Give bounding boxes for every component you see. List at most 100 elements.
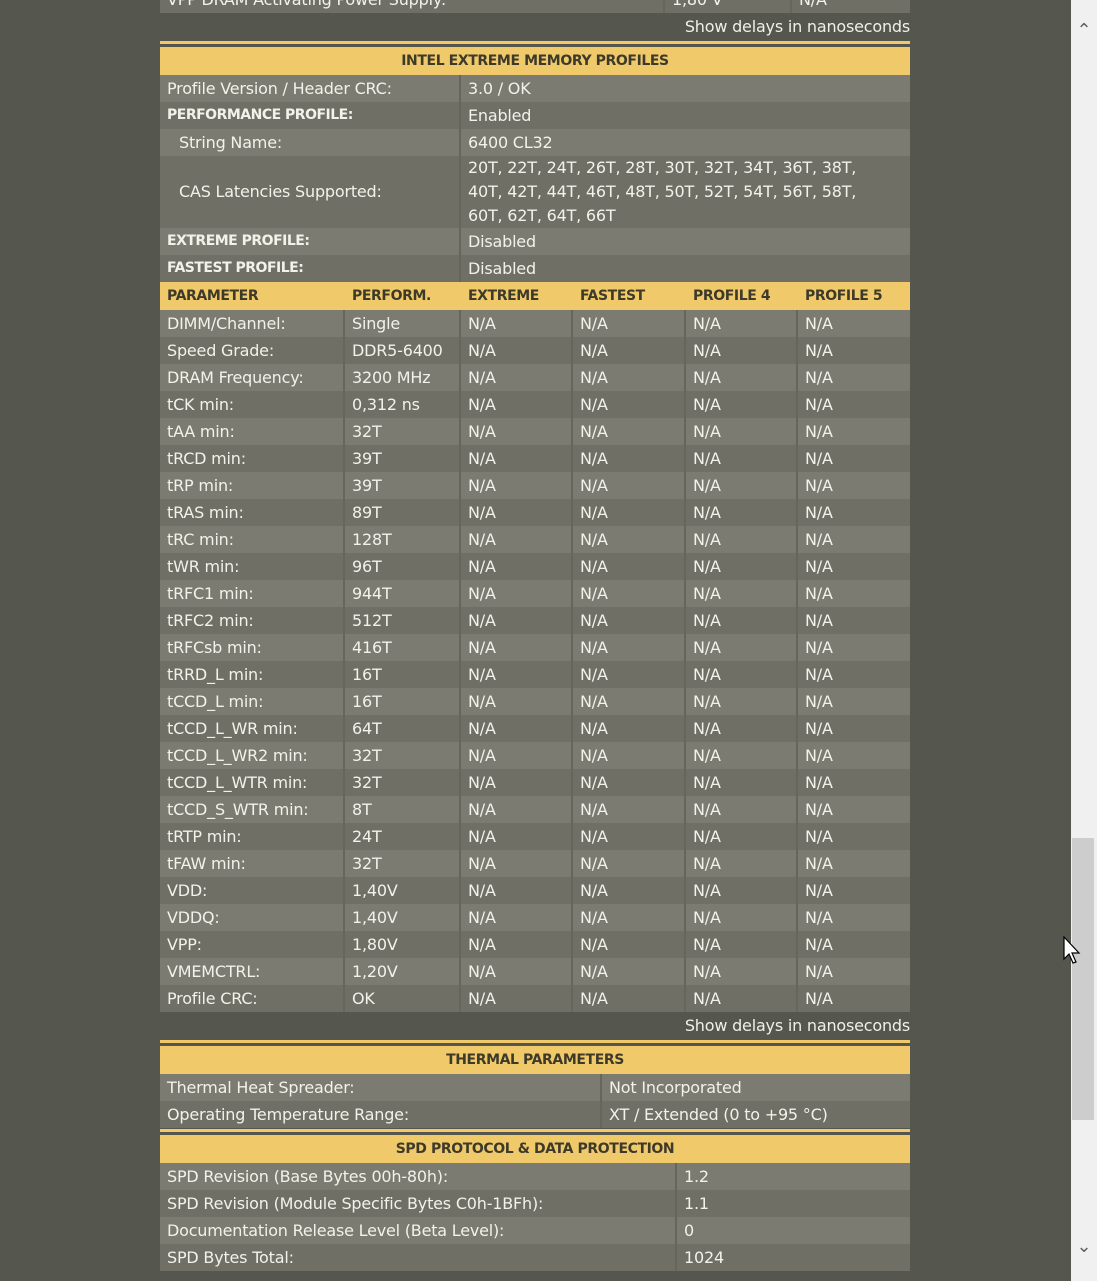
parameter-value: N/A <box>573 499 686 526</box>
row-label: SPD Revision (Module Specific Bytes C0h-… <box>160 1190 677 1217</box>
parameter-name: tFAW min: <box>160 850 345 877</box>
parameter-value: N/A <box>686 580 798 607</box>
row-value: Enabled <box>461 102 910 129</box>
row-label: PERFORMANCE PROFILE: <box>160 102 461 129</box>
parameter-value: N/A <box>573 742 686 769</box>
parameter-row: tCCD_S_WTR min: 8T N/A N/A N/A N/A <box>160 796 910 823</box>
row-value: 1024 <box>677 1244 910 1271</box>
parameter-value: N/A <box>461 715 573 742</box>
parameter-value: 1,80V <box>345 931 461 958</box>
parameter-value: N/A <box>573 796 686 823</box>
parameter-value: N/A <box>686 904 798 931</box>
parameter-value: N/A <box>686 364 798 391</box>
parameter-value: 8T <box>345 796 461 823</box>
parameter-value: N/A <box>573 688 686 715</box>
parameter-value: N/A <box>686 823 798 850</box>
parameter-value: N/A <box>573 472 686 499</box>
xmp-string-name-row: String Name: 6400 CL32 <box>160 129 910 156</box>
parameter-name: VDDQ: <box>160 904 345 931</box>
parameter-name: tWR min: <box>160 553 345 580</box>
parameter-row: tRTP min: 24T N/A N/A N/A N/A <box>160 823 910 850</box>
thermal-section-header: THERMAL PARAMETERS <box>160 1046 910 1074</box>
parameter-value: N/A <box>461 445 573 472</box>
xmp-fastest-row: FASTEST PROFILE: Disabled <box>160 255 910 282</box>
parameter-name: VDD: <box>160 877 345 904</box>
parameter-row: tCK min: 0,312 ns N/A N/A N/A N/A <box>160 391 910 418</box>
parameter-name: tCCD_S_WTR min: <box>160 796 345 823</box>
parameter-value: 416T <box>345 634 461 661</box>
scroll-down-icon[interactable]: ⌄ <box>1071 1236 1097 1257</box>
vertical-scrollbar[interactable]: ⌃ ⌄ <box>1071 0 1097 1281</box>
parameter-row: Speed Grade: DDR5-6400 N/A N/A N/A N/A <box>160 337 910 364</box>
parameter-value: N/A <box>798 850 910 877</box>
parameter-value: 96T <box>345 553 461 580</box>
parameter-value: N/A <box>686 958 798 985</box>
parameter-value: N/A <box>461 391 573 418</box>
spd-row: Documentation Release Level (Beta Level)… <box>160 1217 910 1244</box>
parameter-value: N/A <box>686 526 798 553</box>
divider <box>160 41 910 44</box>
parameter-value: N/A <box>573 310 686 337</box>
spd-table: SPD Revision (Base Bytes 00h-80h): 1.2 SPD… <box>160 1163 910 1271</box>
parameter-value: N/A <box>686 472 798 499</box>
parameter-name: tCCD_L_WR2 min: <box>160 742 345 769</box>
parameter-value: N/A <box>798 634 910 661</box>
parameter-name: tRFC1 min: <box>160 580 345 607</box>
parameter-value: N/A <box>686 742 798 769</box>
row-value: 1,80 V <box>665 0 792 13</box>
parameter-value: N/A <box>461 472 573 499</box>
column-header: PROFILE 4 <box>693 288 771 304</box>
parameter-value: 32T <box>345 418 461 445</box>
parameter-value: 512T <box>345 607 461 634</box>
parameter-value: N/A <box>798 526 910 553</box>
parameter-table-body: DIMM/Channel: Single N/A N/A N/A N/A Speed Gra… <box>160 310 910 1012</box>
parameter-value: N/A <box>798 472 910 499</box>
parameter-name: tRFC2 min: <box>160 607 345 634</box>
parameter-value: N/A <box>573 877 686 904</box>
parameter-value: 944T <box>345 580 461 607</box>
mouse-cursor-icon <box>1063 936 1081 964</box>
parameter-name: VMEMCTRL: <box>160 958 345 985</box>
parameter-value: N/A <box>798 823 910 850</box>
parameter-name: tRRD_L min: <box>160 661 345 688</box>
row-value: 1.1 <box>677 1190 910 1217</box>
parameter-value: 16T <box>345 688 461 715</box>
parameter-row: tRFC2 min: 512T N/A N/A N/A N/A <box>160 607 910 634</box>
parameter-value: N/A <box>798 931 910 958</box>
parameter-row: Profile CRC: OK N/A N/A N/A N/A <box>160 985 910 1012</box>
row-value: 0 <box>677 1217 910 1244</box>
parameter-row: DRAM Frequency: 3200 MHz N/A N/A N/A N/A <box>160 364 910 391</box>
parameter-value: N/A <box>686 634 798 661</box>
parameter-value: N/A <box>686 985 798 1012</box>
parameter-value: N/A <box>798 904 910 931</box>
column-header: EXTREME <box>468 288 539 304</box>
parameter-value: N/A <box>461 526 573 553</box>
parameter-value: N/A <box>573 715 686 742</box>
thermal-row: Thermal Heat Spreader: Not Incorporated <box>160 1074 910 1101</box>
scrollbar-thumb[interactable] <box>1072 838 1094 1120</box>
parameter-value: N/A <box>798 607 910 634</box>
row-value: XT / Extended (0 to +95 °C) <box>602 1101 910 1128</box>
parameter-value: 64T <box>345 715 461 742</box>
parameter-value: N/A <box>686 607 798 634</box>
parameter-value: 89T <box>345 499 461 526</box>
parameter-value: N/A <box>798 499 910 526</box>
parameter-value: 3200 MHz <box>345 364 461 391</box>
row-label: VPP DRAM Activating Power Supply: <box>160 0 665 13</box>
column-header: PERFORM. <box>352 288 431 304</box>
spd-row: SPD Revision (Base Bytes 00h-80h): 1.2 <box>160 1163 910 1190</box>
parameter-value: N/A <box>798 553 910 580</box>
show-delays-ns-link[interactable]: Show delays in nanoseconds <box>160 1012 910 1040</box>
parameter-value: N/A <box>461 553 573 580</box>
parameter-row: VDD: 1,40V N/A N/A N/A N/A <box>160 877 910 904</box>
parameter-value: N/A <box>573 391 686 418</box>
parameter-name: Profile CRC: <box>160 985 345 1012</box>
parameter-value: N/A <box>461 958 573 985</box>
show-delays-ns-link[interactable]: Show delays in nanoseconds <box>160 13 910 41</box>
parameter-value: N/A <box>461 823 573 850</box>
parameter-name: tRP min: <box>160 472 345 499</box>
parameter-row: VPP: 1,80V N/A N/A N/A N/A <box>160 931 910 958</box>
parameter-value: 39T <box>345 472 461 499</box>
row-label: FASTEST PROFILE: <box>160 255 461 282</box>
scroll-up-icon[interactable]: ⌃ <box>1071 20 1097 41</box>
